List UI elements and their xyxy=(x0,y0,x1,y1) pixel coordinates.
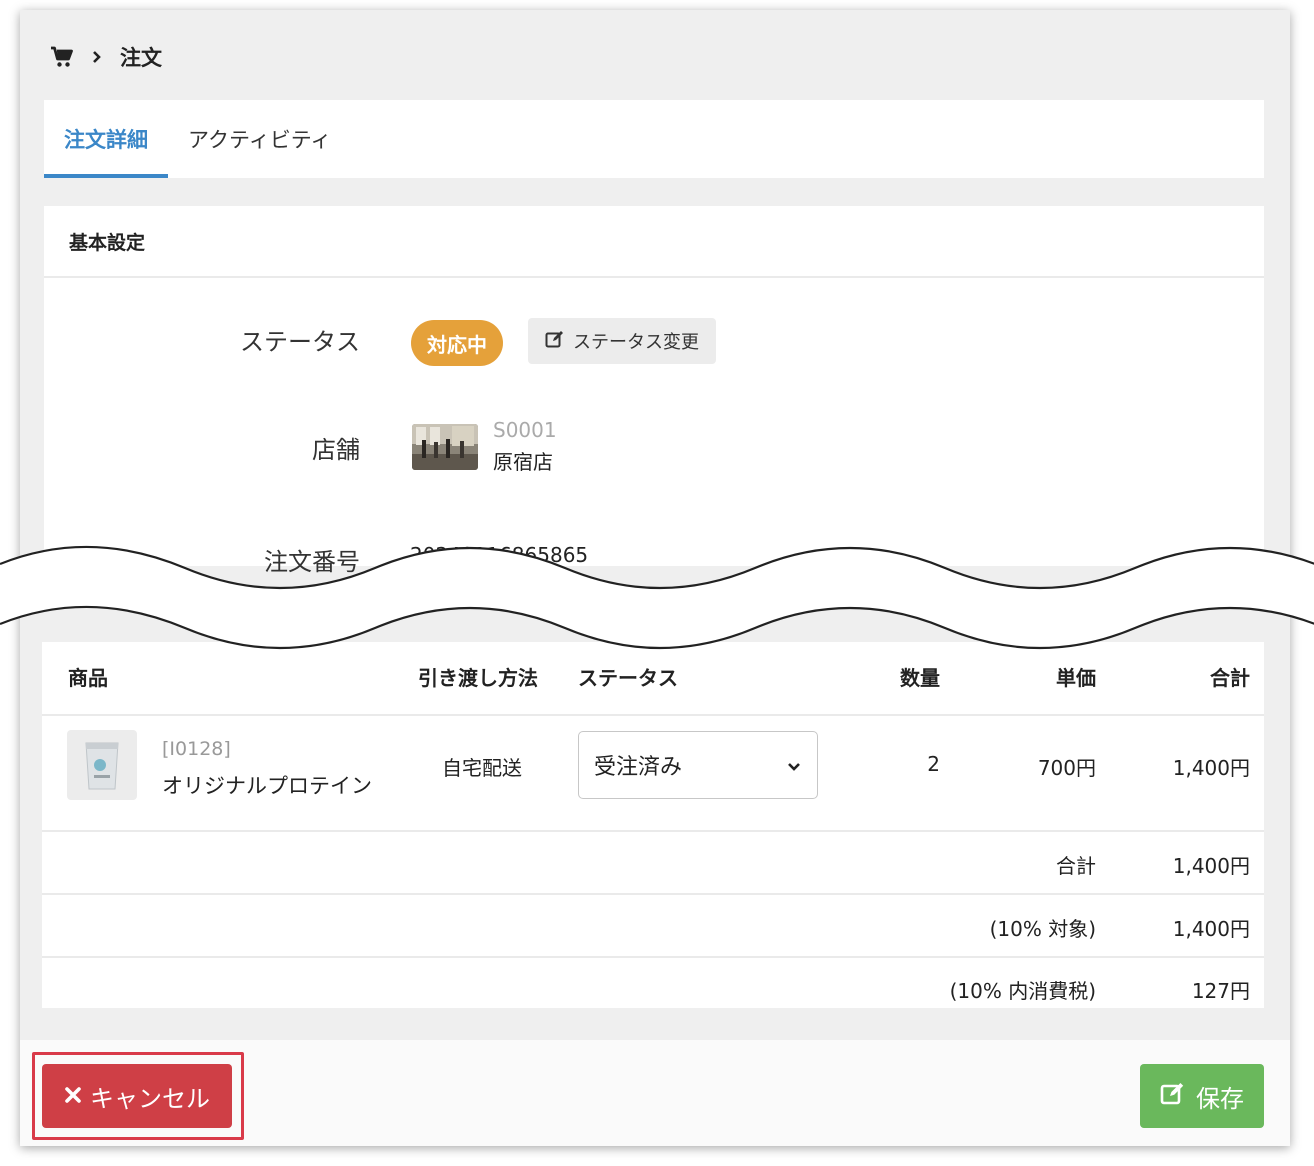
chevron-down-icon xyxy=(787,753,801,778)
edit-icon xyxy=(545,330,565,353)
breadcrumb-current: 注文 xyxy=(120,46,162,70)
divider xyxy=(42,714,1264,716)
divider xyxy=(42,956,1264,958)
chevron-right-icon xyxy=(92,50,102,64)
store-label: 店舗 xyxy=(312,436,360,464)
edit-icon xyxy=(1160,1081,1186,1111)
cancel-label: キャンセル xyxy=(90,1084,210,1113)
summary-tax-label: (10% 内消費税) xyxy=(949,979,1096,1003)
breadcrumb: 注文 xyxy=(50,42,162,72)
cancel-button[interactable]: キャンセル xyxy=(42,1064,232,1128)
summary-taxable-label: (10% 対象) xyxy=(989,917,1096,941)
footer-bar: キャンセル 保存 xyxy=(20,1040,1290,1146)
save-label: 保存 xyxy=(1196,1084,1244,1113)
product-image xyxy=(67,730,137,800)
summary-tax-value: 127円 xyxy=(1191,979,1250,1003)
item-total: 1,400円 xyxy=(1172,756,1250,780)
basic-settings-card: 基本設定 ステータス 対応中 ステータス変更 店舗 S0001 原宿店 注文番号 xyxy=(44,206,1264,576)
product-name: オリジナルプロテイン xyxy=(162,774,372,798)
product-code: [I0128] xyxy=(162,738,231,760)
card-heading: 基本設定 xyxy=(44,206,1264,278)
close-icon xyxy=(64,1082,82,1110)
item-unit-price: 700円 xyxy=(1037,756,1096,780)
summary-subtotal-value: 1,400円 xyxy=(1172,854,1250,878)
cart-icon[interactable] xyxy=(50,46,74,68)
delivery-method: 自宅配送 xyxy=(442,756,522,780)
divider xyxy=(42,893,1264,895)
save-button[interactable]: 保存 xyxy=(1140,1064,1264,1128)
order-items-card: 商品 引き渡し方法 ステータス 数量 単価 合計 [I0128] オリジナルプロ… xyxy=(42,642,1264,1008)
item-status-value: 受注済み xyxy=(594,755,683,780)
store-image xyxy=(412,424,478,470)
tab-bar: 注文詳細 アクティビティ xyxy=(44,100,1264,178)
status-change-button[interactable]: ステータス変更 xyxy=(528,318,716,364)
tab-activity[interactable]: アクティビティ xyxy=(168,100,351,178)
store-code: S0001 xyxy=(493,418,557,442)
store-name: 原宿店 xyxy=(493,450,553,474)
item-qty: 2 xyxy=(927,752,940,776)
content-break-separator xyxy=(0,545,1314,650)
tab-order-details[interactable]: 注文詳細 xyxy=(44,100,168,178)
item-status-select[interactable]: 受注済み xyxy=(578,731,818,799)
status-label: ステータス xyxy=(240,328,360,356)
summary-subtotal-label: 合計 xyxy=(1056,854,1096,878)
divider xyxy=(42,830,1264,832)
status-change-label: ステータス変更 xyxy=(573,332,699,353)
summary-taxable-value: 1,400円 xyxy=(1172,917,1250,941)
status-badge: 対応中 xyxy=(411,320,503,366)
